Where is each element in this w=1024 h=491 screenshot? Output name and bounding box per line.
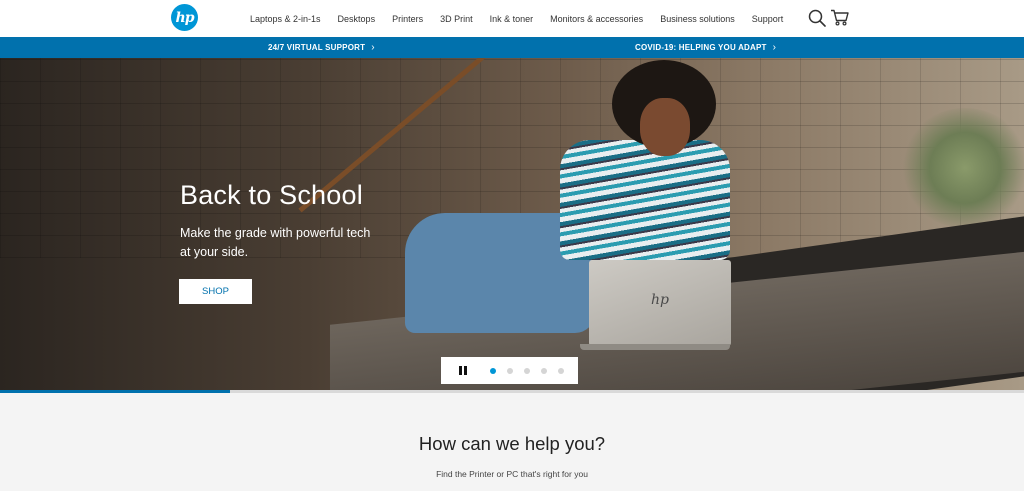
covid-link[interactable]: COVID-19: HELPING YOU ADAPT ›	[635, 37, 776, 58]
laptop-hp-logo: hp	[651, 292, 669, 308]
hero-title: Back to School	[180, 180, 363, 210]
help-title: How can we help you?	[418, 433, 606, 454]
hero-subtitle: Make the grade with powerful tech at you…	[180, 226, 371, 259]
search-icon[interactable]	[808, 9, 826, 27]
hero-person-shirt	[560, 140, 730, 260]
virtual-support-label: 24/7 VIRTUAL SUPPORT	[268, 43, 366, 52]
carousel-dot-4[interactable]	[541, 367, 547, 374]
hero-laptop-base	[580, 344, 730, 350]
carousel-dot-5[interactable]	[558, 367, 564, 374]
chevron-right-icon: ›	[371, 42, 375, 53]
carousel-dot-3[interactable]	[524, 367, 530, 374]
pause-icon[interactable]	[459, 366, 467, 375]
carousel-controls	[441, 357, 578, 384]
cart-icon[interactable]	[830, 9, 849, 26]
site-header: hp Laptops & 2-in-1s Desktops Printers 3…	[0, 0, 1024, 37]
carousel-dot-2[interactable]	[507, 367, 513, 374]
virtual-support-link[interactable]: 24/7 VIRTUAL SUPPORT ›	[268, 37, 375, 58]
shop-button[interactable]: SHOP	[179, 279, 252, 304]
carousel-dots	[490, 367, 575, 374]
nav-laptops[interactable]: Laptops & 2-in-1s	[250, 14, 321, 24]
help-section: How can we help you? Find the Printer or…	[0, 393, 1024, 491]
carousel-dot-1[interactable]	[490, 367, 496, 374]
help-subtitle: Find the Printer or PC that's right for …	[436, 469, 588, 479]
nav-printers[interactable]: Printers	[392, 14, 423, 24]
hero-plant	[900, 108, 1024, 228]
chevron-right-icon: ›	[772, 42, 777, 53]
hero-banner: hp Back to School Make the grade with po…	[0, 58, 1024, 390]
nav-support[interactable]: Support	[752, 14, 784, 24]
nav-3d-print[interactable]: 3D Print	[440, 14, 473, 24]
hero-person-face	[640, 98, 690, 156]
nav-business-solutions[interactable]: Business solutions	[660, 14, 735, 24]
logo-text: hp	[175, 9, 195, 26]
main-nav: Laptops & 2-in-1s Desktops Printers 3D P…	[250, 0, 800, 37]
nav-desktops[interactable]: Desktops	[338, 14, 376, 24]
promo-bar: 24/7 VIRTUAL SUPPORT › COVID-19: HELPING…	[0, 37, 1024, 58]
nav-monitors-accessories[interactable]: Monitors & accessories	[550, 14, 643, 24]
covid-label: COVID-19: HELPING YOU ADAPT	[635, 43, 767, 52]
hp-logo[interactable]: hp	[171, 4, 198, 31]
nav-ink-toner[interactable]: Ink & toner	[490, 14, 534, 24]
